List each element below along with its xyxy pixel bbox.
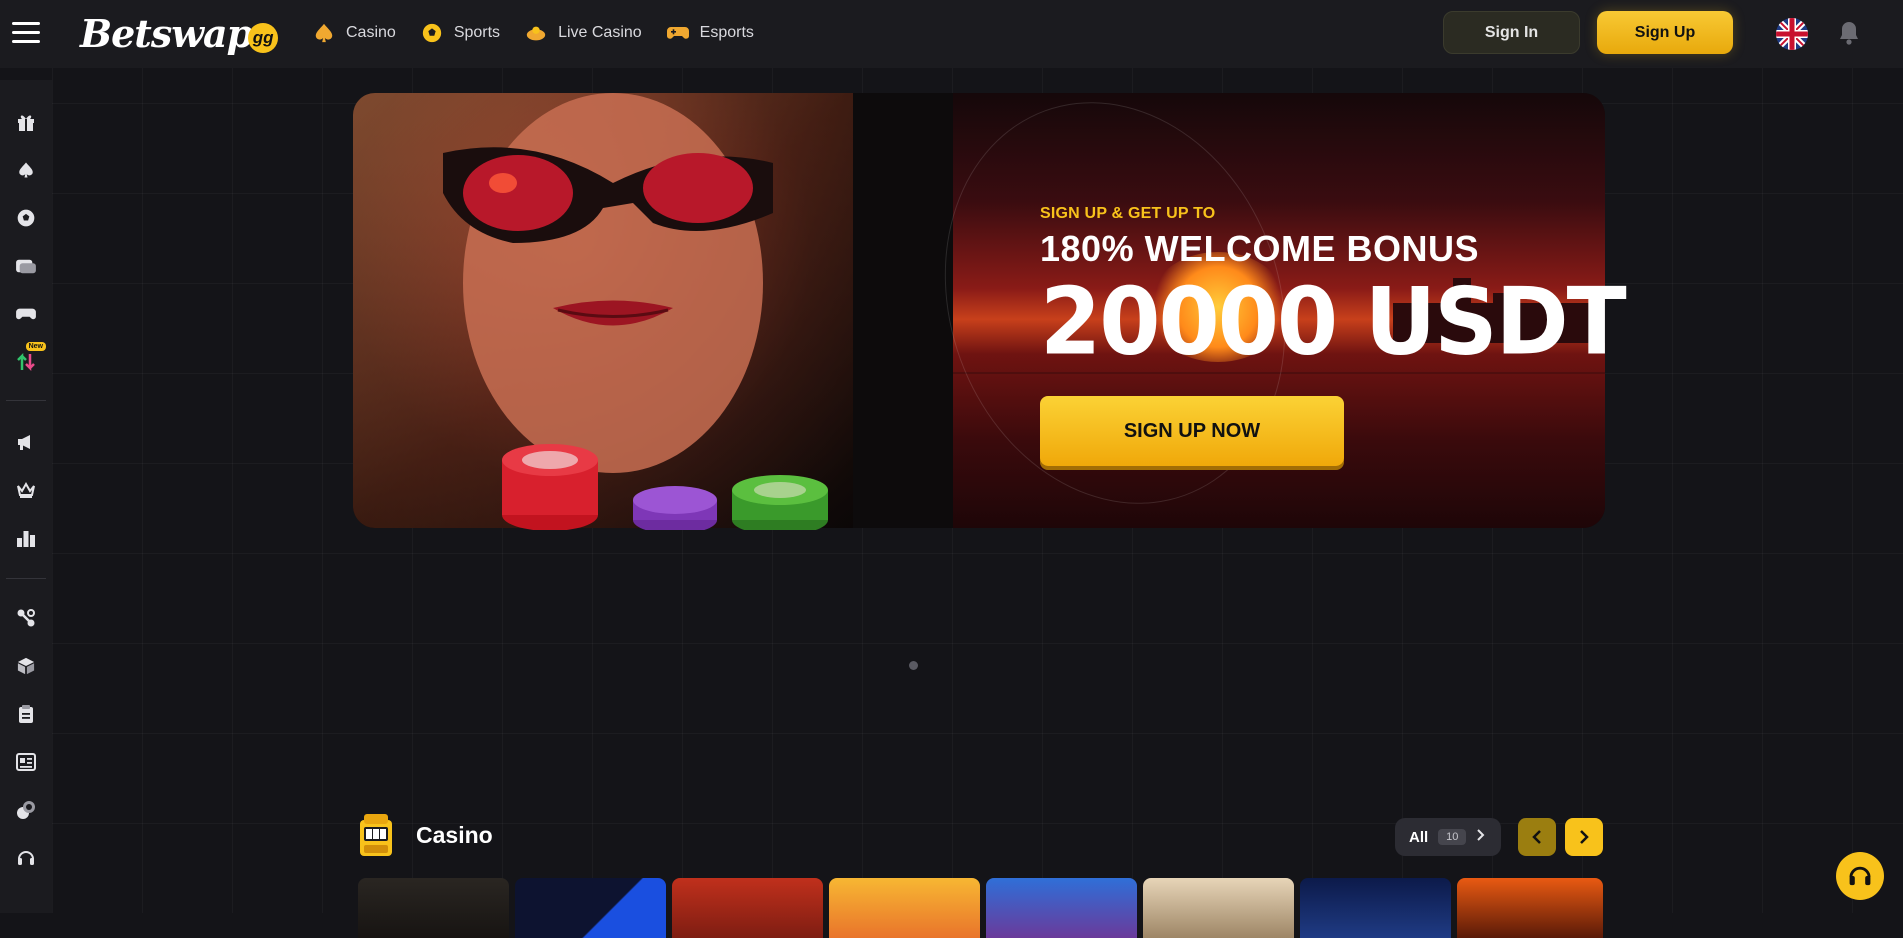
carousel-prev-button[interactable] [1518, 818, 1556, 856]
chevron-left-icon [1532, 830, 1541, 844]
news-icon[interactable] [12, 748, 40, 776]
game-card[interactable] [515, 878, 666, 938]
link-icon[interactable] [12, 604, 40, 632]
spade-icon [312, 21, 336, 45]
sign-up-button[interactable]: Sign Up [1597, 11, 1733, 54]
nav-sports[interactable]: Sports [420, 18, 500, 48]
game-card[interactable] [1457, 878, 1603, 938]
gift-icon[interactable] [12, 108, 40, 136]
game-card[interactable] [986, 878, 1137, 938]
spade-icon[interactable] [12, 156, 40, 184]
live-dealer-icon[interactable] [12, 252, 40, 280]
sidebar-divider [6, 578, 46, 579]
crown-icon[interactable] [12, 476, 40, 504]
soccer-ball-icon [420, 21, 444, 45]
banner-amount: 20000 USDT [1040, 267, 1627, 376]
chevron-right-icon [1476, 828, 1486, 847]
bell-icon[interactable] [1838, 20, 1860, 46]
coins-icon[interactable] [12, 796, 40, 824]
top-bar: Betswap gg Casino Sports Live Casino Esp… [0, 0, 1903, 68]
nav-esports[interactable]: Esports [666, 18, 754, 48]
megaphone-icon[interactable] [12, 428, 40, 456]
headset-icon [1849, 866, 1871, 886]
gamepad-icon[interactable] [12, 300, 40, 328]
game-card[interactable] [829, 878, 980, 938]
sign-in-button[interactable]: Sign In [1443, 11, 1580, 54]
nav-casino-label: Casino [346, 24, 396, 41]
casino-game-carousel [358, 878, 1603, 938]
main-nav: Casino Sports Live Casino Esports [312, 18, 754, 48]
carousel-next-button[interactable] [1565, 818, 1603, 856]
soccer-ball-icon[interactable] [12, 204, 40, 232]
sign-up-now-button[interactable]: SIGN UP NOW [1040, 396, 1344, 466]
nav-sports-label: Sports [453, 24, 501, 41]
support-chat-button[interactable] [1836, 852, 1884, 900]
nav-live-casino-label: Live Casino [558, 24, 642, 41]
carousel-dot[interactable] [909, 661, 918, 670]
box-icon[interactable] [12, 652, 40, 680]
chevron-right-icon [1580, 830, 1589, 844]
poker-chips-graphic [490, 420, 850, 535]
slot-machine-icon [358, 812, 394, 858]
nav-casino[interactable]: Casino [312, 18, 396, 48]
nav-live-casino[interactable]: Live Casino [524, 18, 642, 48]
sidebar: New [0, 80, 52, 913]
sidebar-divider [6, 400, 46, 401]
swap-arrows-icon[interactable]: New [12, 342, 46, 376]
menu-toggle-icon[interactable] [12, 22, 40, 44]
live-dealer-icon [524, 21, 548, 45]
view-all-button[interactable]: All 10 [1395, 818, 1501, 856]
headset-icon[interactable] [12, 844, 40, 872]
logo[interactable]: Betswap gg [80, 10, 279, 56]
game-card[interactable] [1143, 878, 1294, 938]
nav-esports-label: Esports [699, 24, 754, 41]
game-card[interactable] [672, 878, 823, 938]
logo-badge: gg [248, 23, 279, 53]
new-badge: New [25, 342, 46, 351]
banner-title: 180% WELCOME BONUS [1040, 228, 1480, 269]
view-all-label: All [1409, 828, 1429, 846]
gamepad-icon [666, 21, 690, 45]
game-card[interactable] [358, 878, 509, 938]
banner-subtitle: SIGN UP & GET UP TO [1040, 205, 1216, 222]
section-title: Casino [416, 822, 493, 848]
logo-text: Betswap [80, 10, 253, 56]
leaderboard-icon[interactable] [12, 524, 40, 552]
uk-flag-icon[interactable] [1776, 18, 1808, 50]
clipboard-icon[interactable] [12, 700, 40, 728]
game-card[interactable] [1300, 878, 1451, 938]
game-count-badge: 10 [1438, 829, 1467, 845]
